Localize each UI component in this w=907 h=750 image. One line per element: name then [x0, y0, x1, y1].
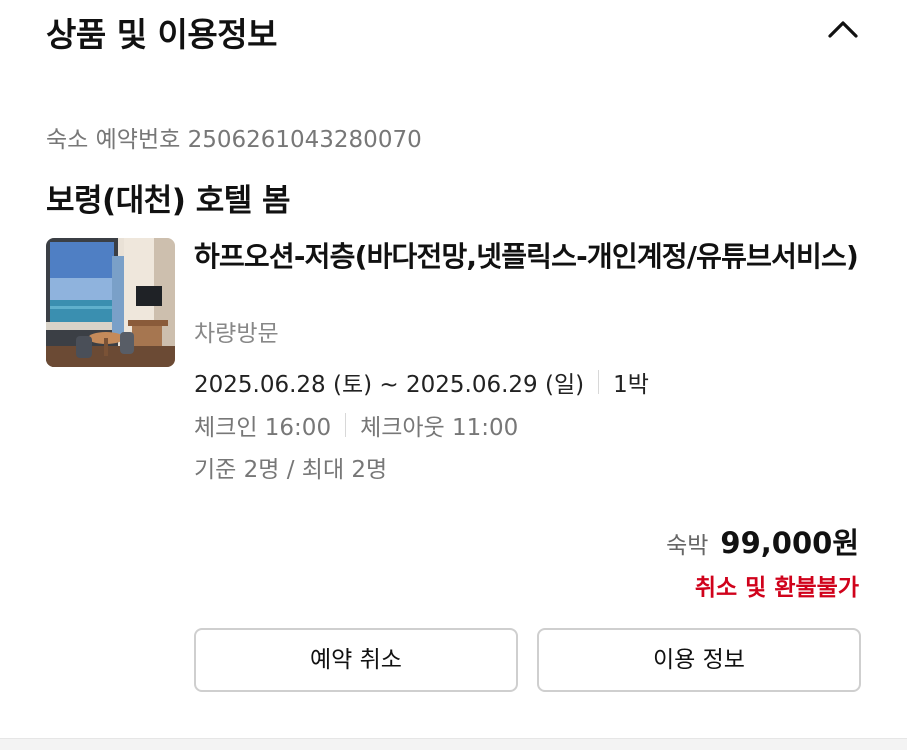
visit-type: 차량방문	[194, 321, 279, 347]
section-title: 상품 및 이용정보	[46, 15, 278, 54]
divider	[598, 370, 600, 394]
checkin-time: 체크인 16:00	[194, 415, 332, 441]
room-photo	[46, 238, 175, 367]
reservation-detail-page: 상품 및 이용정보 숙소 예약번호 2506261043280070 보령(대천…	[0, 0, 907, 750]
reservation-number: 숙소 예약번호 2506261043280070	[46, 127, 422, 153]
cancel-reservation-button[interactable]: 예약 취소	[194, 628, 518, 692]
refund-policy: 취소 및 환불불가	[694, 575, 859, 601]
stay-dates-row: 2025.06.28 (토) ~ 2025.06.29 (일) 1박	[194, 365, 649, 399]
divider	[345, 413, 347, 437]
price-row: 숙박 99,000원	[666, 520, 859, 562]
collapse-toggle-button[interactable]	[818, 6, 868, 52]
section-header: 상품 및 이용정보	[0, 0, 907, 62]
checkin-checkout-row: 체크인 16:00 체크아웃 11:00	[194, 408, 518, 442]
checkout-time: 체크아웃 11:00	[360, 415, 519, 441]
stay-dates: 2025.06.28 (토) ~ 2025.06.29 (일)	[194, 372, 585, 398]
chevron-up-icon	[828, 21, 858, 38]
room-name: 하프오션-저층(바다전망,넷플릭스-개인계정/유튜브서비스)	[194, 240, 859, 273]
stay-nights: 1박	[613, 372, 649, 398]
price-label: 숙박	[666, 533, 709, 559]
section-divider	[0, 738, 907, 750]
room-capacity: 기준 2명 / 최대 2명	[194, 457, 388, 483]
hotel-name: 보령(대천) 호텔 봄	[46, 183, 291, 219]
usage-info-button[interactable]: 이용 정보	[537, 628, 861, 692]
price-value: 99,000원	[720, 526, 859, 560]
